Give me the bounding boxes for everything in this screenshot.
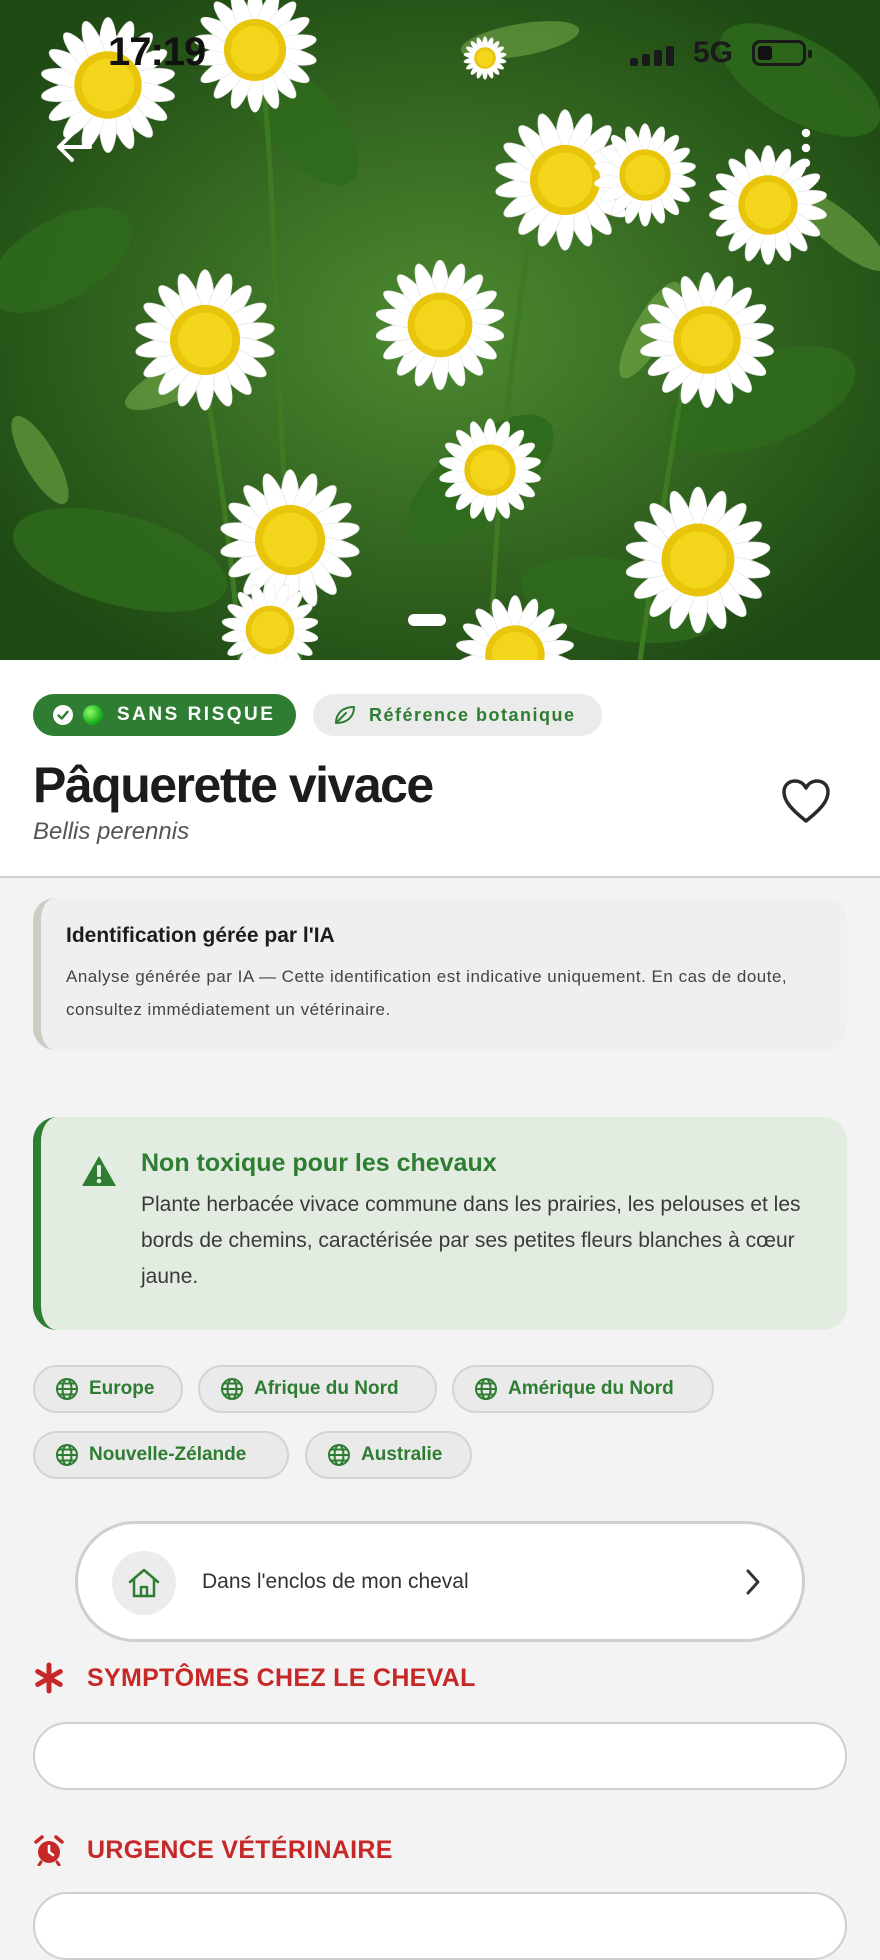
- safety-badge: SANS RISQUE: [33, 694, 296, 736]
- heart-outline-icon: [782, 779, 830, 823]
- photo-pager-indicator: [408, 614, 446, 626]
- toxicity-title: Non toxique pour les chevaux: [141, 1149, 497, 1177]
- alarm-clock-icon: [34, 1835, 64, 1866]
- asterisk-icon: [35, 1662, 63, 1694]
- globe-icon: [328, 1444, 350, 1466]
- region-chip: Afrique du Nord: [198, 1365, 437, 1413]
- globe-icon: [221, 1378, 243, 1400]
- region-chip: Australie: [305, 1431, 472, 1479]
- region-label: Afrique du Nord: [254, 1378, 399, 1399]
- check-circle-icon: [53, 705, 73, 725]
- home-icon: [128, 1568, 160, 1598]
- emergency-field[interactable]: [33, 1892, 847, 1960]
- emergency-section-header: URGENCE VÉTÉRINAIRE: [33, 1834, 393, 1866]
- plant-common-name: Pâquerette vivace: [33, 757, 434, 813]
- green-status-dot: [83, 705, 103, 725]
- back-button[interactable]: [44, 122, 104, 172]
- symptoms-field[interactable]: [33, 1722, 847, 1790]
- symptoms-section-header: SYMPTÔMES CHEZ LE CHEVAL: [33, 1662, 476, 1694]
- in-my-horse-paddock-button[interactable]: Dans l'enclos de mon cheval: [75, 1521, 805, 1642]
- safety-badge-label: SANS RISQUE: [117, 704, 276, 725]
- region-chip: Amérique du Nord: [452, 1365, 714, 1413]
- warning-triangle-icon: [82, 1156, 116, 1186]
- region-label: Australie: [361, 1444, 443, 1465]
- globe-icon: [56, 1444, 78, 1466]
- region-chip: Nouvelle-Zélande: [33, 1431, 289, 1479]
- botanical-reference-label: Référence botanique: [369, 704, 576, 725]
- chevron-right-icon: [746, 1569, 760, 1595]
- ai-notice-text: Analyse générée par IA — Cette identific…: [66, 967, 788, 1019]
- favorite-button[interactable]: [776, 772, 836, 832]
- region-label: Europe: [89, 1378, 155, 1399]
- status-time: 17:19: [108, 30, 206, 74]
- toxicity-description: Plante herbacée vivace commune dans les …: [141, 1193, 801, 1288]
- toxicity-card: Non toxique pour les chevaux Plante herb…: [33, 1117, 847, 1330]
- signal-icon: [630, 42, 680, 66]
- home-icon-container: [112, 1551, 176, 1615]
- network-type: 5G: [693, 36, 734, 69]
- battery-icon: [752, 40, 812, 66]
- plant-photo: 17:19 5G: [0, 0, 880, 660]
- symptoms-section-title: SYMPTÔMES CHEZ LE CHEVAL: [87, 1663, 476, 1692]
- status-bar: 17:19 5G: [0, 0, 880, 100]
- more-vertical-icon: [801, 128, 811, 168]
- plant-scientific-name: Bellis perennis: [33, 818, 190, 845]
- region-label: Nouvelle-Zélande: [89, 1444, 247, 1465]
- leaf-icon: [335, 706, 355, 724]
- ai-notice-title: Identification gérée par l'IA: [66, 924, 335, 947]
- region-label: Amérique du Nord: [508, 1378, 674, 1399]
- arrow-left-icon: [57, 132, 92, 162]
- more-options-button[interactable]: [776, 118, 836, 178]
- globe-icon: [475, 1378, 497, 1400]
- emergency-section-title: URGENCE VÉTÉRINAIRE: [87, 1835, 393, 1864]
- botanical-reference-badge: Référence botanique: [313, 694, 602, 736]
- ai-identification-notice: Identification gérée par l'IA Analyse gé…: [33, 898, 847, 1050]
- globe-icon: [56, 1378, 78, 1400]
- plant-header: SANS RISQUE Référence botanique Pâqueret…: [0, 660, 880, 878]
- region-chip: Europe: [33, 1365, 183, 1413]
- paddock-button-label: Dans l'enclos de mon cheval: [202, 1570, 469, 1593]
